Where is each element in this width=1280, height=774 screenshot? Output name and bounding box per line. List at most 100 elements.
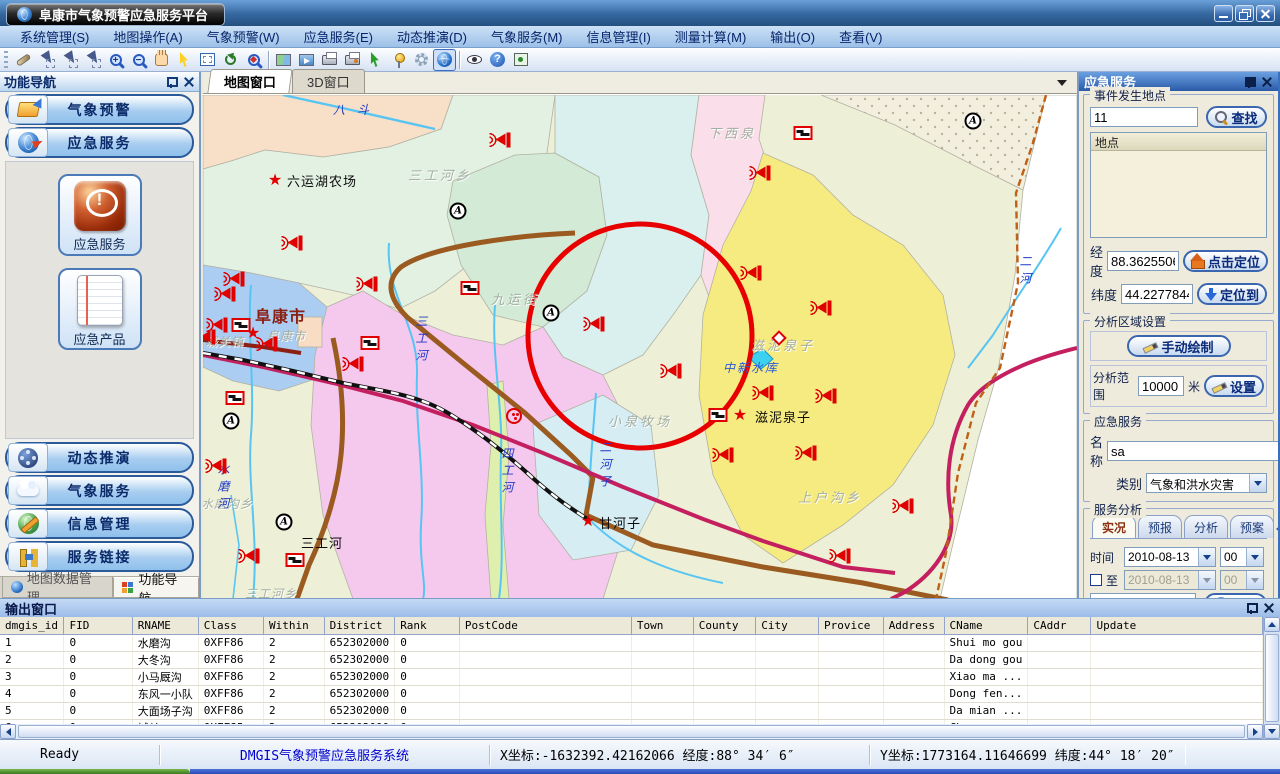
sidebar-item-globearrow[interactable]: 应急服务	[5, 127, 194, 158]
tab-analysis[interactable]: 实况	[1092, 515, 1136, 538]
scroll-right-icon[interactable]	[1247, 724, 1263, 739]
print-button[interactable]	[318, 49, 341, 71]
pointer-button[interactable]	[173, 49, 196, 71]
print-color-button[interactable]	[341, 49, 364, 71]
click-locate-button[interactable]: 点击定位	[1183, 250, 1268, 272]
hour-to-select[interactable]: 00	[1220, 570, 1264, 590]
shortcut-notepad-button[interactable]: 应急产品	[58, 268, 142, 350]
vertical-scrollbar[interactable]	[1263, 617, 1280, 739]
column-header[interactable]: Provice	[819, 617, 884, 634]
menu-item[interactable]: 气象服务(M)	[479, 25, 575, 48]
column-header[interactable]: Rank	[395, 617, 460, 634]
menu-item[interactable]: 气象预警(W)	[195, 25, 292, 48]
settings-button[interactable]	[410, 49, 433, 71]
column-header[interactable]: County	[693, 617, 755, 634]
sidebar-item-link[interactable]: 服务链接	[5, 541, 194, 572]
export-image-button[interactable]	[295, 49, 318, 71]
chevron-down-icon[interactable]	[1246, 548, 1263, 566]
map-tab-dropdown-icon[interactable]	[1057, 80, 1067, 86]
column-header[interactable]: FID	[64, 617, 132, 634]
location-list[interactable]: 地点	[1090, 132, 1267, 238]
map-tab[interactable]: 3D窗口	[292, 69, 365, 93]
map-image-button[interactable]	[272, 49, 295, 71]
close-button[interactable]	[1256, 5, 1275, 22]
table-row[interactable]: 40东风一小队0XFF8626523020000Dong fen...	[0, 685, 1263, 702]
locate-to-button[interactable]: 定位到	[1197, 283, 1267, 305]
restore-button[interactable]	[1235, 5, 1254, 22]
scroll-left-icon[interactable]	[1276, 524, 1280, 534]
zoom-in-button[interactable]	[104, 49, 127, 71]
select-circle-button[interactable]	[35, 49, 58, 71]
sidebar-item-cloud[interactable]: 气象服务	[5, 475, 194, 506]
overview-button[interactable]	[509, 49, 532, 71]
select-point-button[interactable]	[81, 49, 104, 71]
eye-button[interactable]	[463, 49, 486, 71]
scroll-left-icon[interactable]	[0, 724, 16, 739]
chevron-down-icon[interactable]	[1198, 571, 1215, 589]
column-header[interactable]: City	[756, 617, 819, 634]
close-icon[interactable]	[1263, 602, 1275, 614]
table-row[interactable]: 30小马厩沟0XFF8626523020000Xiao ma ...	[0, 668, 1263, 685]
scroll-up-icon[interactable]	[1264, 617, 1280, 632]
set-range-button[interactable]: 设置	[1204, 375, 1264, 397]
column-header[interactable]: CName	[944, 617, 1028, 634]
select-green-button[interactable]	[364, 49, 387, 71]
chevron-down-icon[interactable]	[1249, 474, 1266, 492]
table-row[interactable]: 10水磨沟0XFF8626523020000Shui mo gou	[0, 634, 1263, 651]
map-canvas[interactable]: 阜康市六运湖农场滋泥泉子甘河子三工河三工河乡下西泉九运街滋泥泉子小泉牧场上户沟乡…	[203, 94, 1077, 598]
globe-button[interactable]	[433, 49, 456, 71]
chevron-down-icon[interactable]	[1246, 571, 1263, 589]
pin-icon[interactable]	[1243, 76, 1255, 88]
refresh-button[interactable]	[219, 49, 242, 71]
column-header[interactable]: Within	[264, 617, 325, 634]
menu-item[interactable]: 测量计算(M)	[663, 25, 759, 48]
menu-item[interactable]: 系统管理(S)	[8, 25, 101, 48]
minimize-button[interactable]	[1214, 5, 1233, 22]
longitude-input[interactable]	[1107, 251, 1179, 271]
tab-analysis[interactable]: 分析	[1184, 515, 1228, 538]
column-header[interactable]: RNAME	[132, 617, 198, 634]
close-icon[interactable]	[183, 76, 195, 88]
horizontal-scrollbar[interactable]	[0, 724, 1263, 739]
pin-icon[interactable]	[1245, 602, 1257, 614]
select-rect-button[interactable]	[58, 49, 81, 71]
sidebar-item-globewrench[interactable]: 信息管理	[5, 508, 194, 539]
menu-item[interactable]: 信息管理(I)	[575, 25, 663, 48]
column-header[interactable]: Town	[631, 617, 693, 634]
menu-item[interactable]: 输出(O)	[758, 25, 827, 48]
sidebar-item-warning[interactable]: 气象预警	[5, 94, 194, 125]
close-icon[interactable]	[1261, 76, 1273, 88]
zoom-out-button[interactable]	[127, 49, 150, 71]
tab-gridtab[interactable]: 功能导航	[113, 577, 199, 598]
date-to-select[interactable]: 2010-08-13	[1124, 570, 1216, 590]
measure-button[interactable]	[12, 49, 35, 71]
map-tab[interactable]: 地图窗口	[207, 69, 292, 93]
find-button[interactable]: 查找	[1206, 106, 1267, 128]
table-row[interactable]: 50大面场子沟0XFF8626523020000Da mian ...	[0, 702, 1263, 719]
scroll-down-icon[interactable]	[1264, 724, 1280, 739]
menu-item[interactable]: 应急服务(E)	[292, 25, 385, 48]
help-button[interactable]	[486, 49, 509, 71]
menu-item[interactable]: 地图操作(A)	[101, 25, 194, 48]
date-select[interactable]: 2010-08-13	[1124, 547, 1216, 567]
scroll-thumb[interactable]	[18, 725, 1245, 738]
chevron-down-icon[interactable]	[1198, 548, 1215, 566]
service-type-select[interactable]: 气象和洪水灾害	[1146, 473, 1267, 493]
manual-draw-button[interactable]: 手动绘制	[1127, 335, 1231, 357]
scroll-thumb[interactable]	[1265, 634, 1279, 722]
toolbar-grip[interactable]	[4, 51, 8, 69]
placemark-button[interactable]	[387, 49, 410, 71]
sidebar-item-film[interactable]: 动态推演	[5, 442, 194, 473]
to-checkbox[interactable]	[1090, 574, 1102, 586]
column-header[interactable]: Class	[198, 617, 263, 634]
latitude-input[interactable]	[1121, 284, 1193, 304]
menu-item[interactable]: 动态推演(D)	[385, 25, 479, 48]
hour-select[interactable]: 00	[1220, 547, 1264, 567]
column-header[interactable]: PostCode	[459, 617, 631, 634]
tab-analysis[interactable]: 预案	[1230, 515, 1274, 538]
table-row[interactable]: 20大冬沟0XFF8626523020000Da dong gou	[0, 651, 1263, 668]
column-header[interactable]: CAddr	[1028, 617, 1091, 634]
column-header[interactable]: Update	[1091, 617, 1263, 634]
menu-item[interactable]: 查看(V)	[827, 25, 894, 48]
pin-icon[interactable]	[165, 76, 177, 88]
